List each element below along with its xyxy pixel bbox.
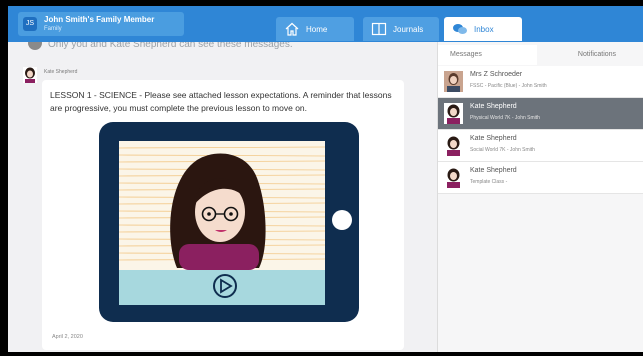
tab-home[interactable]: Home xyxy=(276,17,354,41)
contact-avatar xyxy=(444,135,463,156)
conversation-name: Kate Shepherd xyxy=(470,167,517,174)
account-avatar: JS xyxy=(23,17,37,31)
tablet-home-button xyxy=(332,210,352,230)
conversation-item-active[interactable]: Kate Shepherd Physical World 7K - John S… xyxy=(438,98,643,130)
tab-journals-label: Journals xyxy=(393,25,424,34)
tab-journals[interactable]: Journals xyxy=(363,17,439,41)
tab-inbox[interactable]: Inbox xyxy=(444,17,522,41)
conversation-detail: FSSC - Pacific (Blue) - John Smith xyxy=(470,83,547,89)
home-icon xyxy=(285,22,299,36)
tab-inbox-label: Inbox xyxy=(474,25,494,34)
conversation-detail: Physical World 7K - John Smith xyxy=(470,115,540,121)
conversation-detail: Template Class - xyxy=(470,179,508,185)
contact-avatar xyxy=(444,167,463,188)
conversation-item[interactable]: Mrs Z Schroeder FSSC - Pacific (Blue) - … xyxy=(438,66,643,98)
conversation-detail: Social World 7K - John Smith xyxy=(470,147,535,153)
message-bubble: LESSON 1 - SCIENCE - Please see attached… xyxy=(42,80,404,350)
inbox-panel: Messages Notifications Mrs Z Schroeder F… xyxy=(437,42,643,352)
app-window: JS John Smith's Family Member Family Hom… xyxy=(8,6,643,352)
message-text: LESSON 1 - SCIENCE - Please see attached… xyxy=(50,90,392,113)
conversation-name: Kate Shepherd xyxy=(470,135,517,142)
account-switcher[interactable]: JS John Smith's Family Member Family xyxy=(18,12,184,36)
privacy-notice-text: Only you and Kate Shepherd can see these… xyxy=(48,42,293,50)
chat-bubbles-icon xyxy=(453,24,467,34)
conversation-name: Kate Shepherd xyxy=(470,103,517,110)
participants-avatar xyxy=(28,42,42,50)
conversation-name: Mrs Z Schroeder xyxy=(470,71,523,78)
tab-home-label: Home xyxy=(306,25,328,34)
contact-avatar xyxy=(444,103,463,124)
message-date: April 2, 2020 xyxy=(52,334,83,340)
account-name: John Smith's Family Member xyxy=(44,15,155,24)
sender-avatar xyxy=(23,67,37,83)
tab-notifications[interactable]: Notifications xyxy=(550,45,643,65)
top-bar: JS John Smith's Family Member Family Hom… xyxy=(8,6,643,42)
message-thread[interactable]: Only you and Kate Shepherd can see these… xyxy=(8,42,437,352)
conversation-item[interactable]: Kate Shepherd Social World 7K - John Smi… xyxy=(438,130,643,162)
conversation-item[interactable]: Kate Shepherd Template Class - xyxy=(438,162,643,194)
contact-avatar xyxy=(444,71,463,92)
lesson-video-attachment[interactable] xyxy=(97,120,361,324)
sender-name: Kate Shepherd xyxy=(44,69,78,75)
journal-icon xyxy=(371,22,387,36)
privacy-notice: Only you and Kate Shepherd can see these… xyxy=(28,42,388,54)
account-role: Family xyxy=(44,26,62,32)
tab-messages[interactable]: Messages xyxy=(438,45,537,65)
